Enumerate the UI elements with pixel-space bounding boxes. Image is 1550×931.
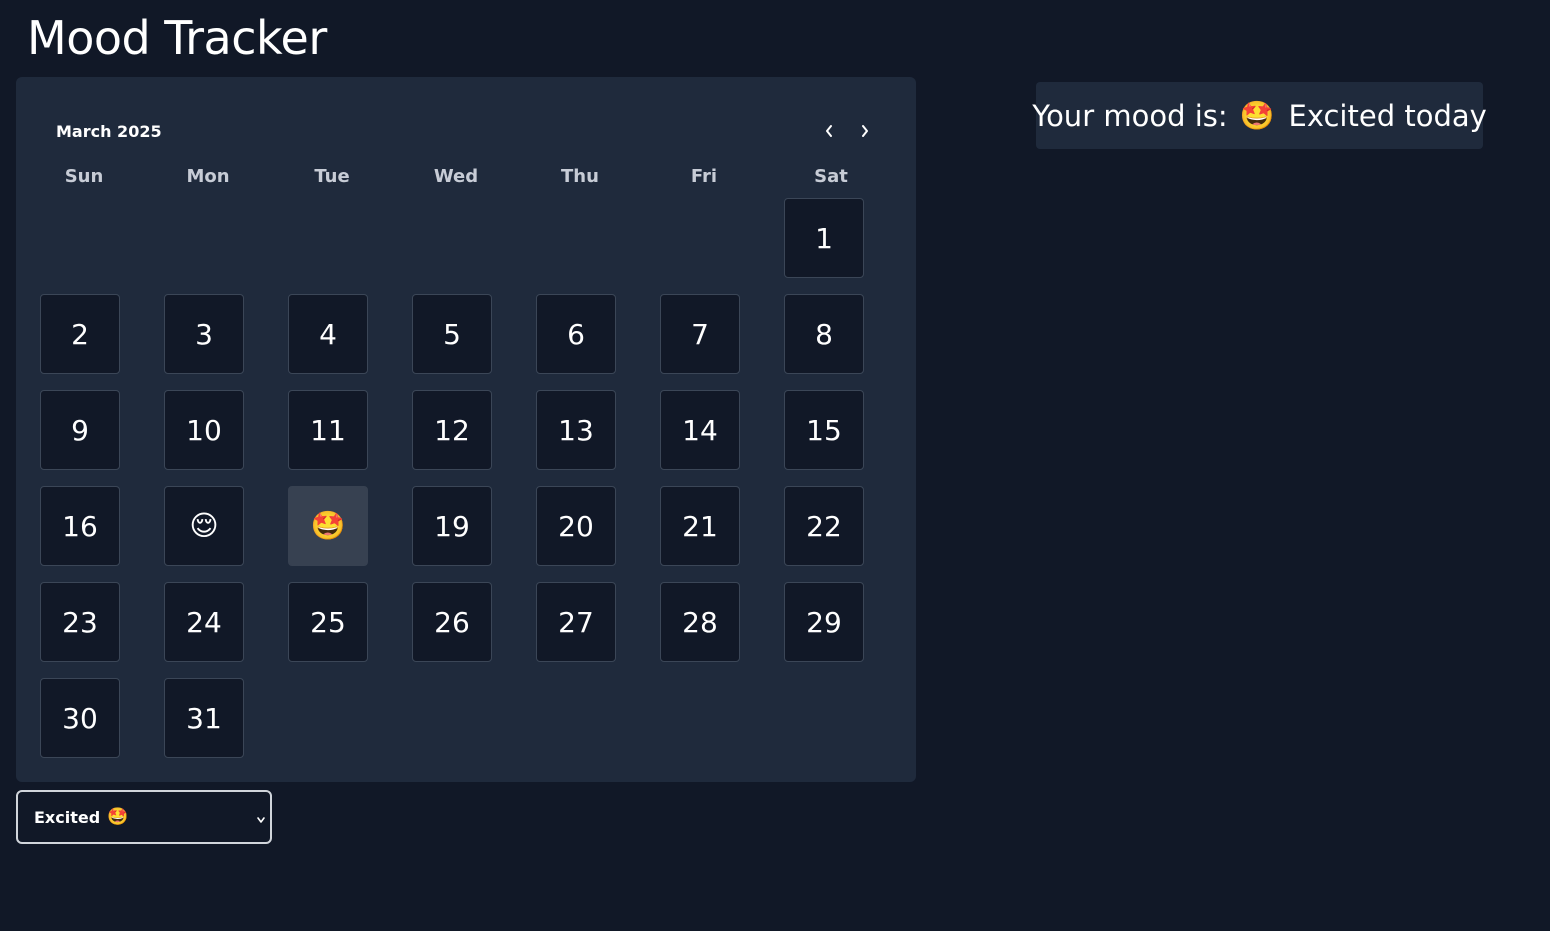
day-number: 1: [815, 221, 833, 255]
day-number: 30: [62, 701, 98, 735]
day-cell-31[interactable]: 31: [164, 678, 244, 758]
relieved-emoji-icon: 😌: [189, 509, 219, 542]
day-number: 10: [186, 413, 222, 447]
day-number: 24: [186, 605, 222, 639]
day-number: 6: [567, 317, 585, 351]
day-cell-7[interactable]: 7: [660, 294, 740, 374]
calendar: March 2025 Sun Mon Tue Wed Thu Fri Sat 1234567…: [16, 77, 916, 782]
month-label: March 2025: [56, 122, 162, 141]
weekday-thu: Thu: [561, 166, 599, 187]
weekday-sat: Sat: [814, 166, 848, 187]
day-number: 7: [691, 317, 709, 351]
day-cell-2[interactable]: 2: [40, 294, 120, 374]
day-cell-18[interactable]: 🤩: [288, 486, 368, 566]
day-cell-1[interactable]: 1: [784, 198, 864, 278]
day-cell-17[interactable]: 😌: [164, 486, 244, 566]
mood-banner-suffix: Excited today: [1288, 98, 1487, 133]
chevron-down-icon: [256, 811, 266, 830]
day-cell-13[interactable]: 13: [536, 390, 616, 470]
day-cell-8[interactable]: 8: [784, 294, 864, 374]
mood-select[interactable]: Excited 🤩: [16, 790, 272, 844]
day-number: 8: [815, 317, 833, 351]
weekday-sun: Sun: [64, 166, 104, 187]
day-number: 5: [443, 317, 461, 351]
day-cell-29[interactable]: 29: [784, 582, 864, 662]
day-number: 29: [806, 605, 842, 639]
day-number: 21: [682, 509, 718, 543]
day-number: 3: [195, 317, 213, 351]
day-cell-15[interactable]: 15: [784, 390, 864, 470]
weekday-mon: Mon: [186, 166, 230, 187]
day-cell-21[interactable]: 21: [660, 486, 740, 566]
day-cell-9[interactable]: 9: [40, 390, 120, 470]
day-cell-5[interactable]: 5: [412, 294, 492, 374]
day-number: 2: [71, 317, 89, 351]
day-number: 19: [434, 509, 470, 543]
chevron-right-icon: [862, 125, 868, 137]
day-cell-12[interactable]: 12: [412, 390, 492, 470]
day-number: 13: [558, 413, 594, 447]
day-cell-20[interactable]: 20: [536, 486, 616, 566]
day-number: 12: [434, 413, 470, 447]
day-cell-26[interactable]: 26: [412, 582, 492, 662]
page-title: Mood Tracker: [27, 11, 327, 65]
weekday-fri: Fri: [690, 166, 718, 187]
day-number: 22: [806, 509, 842, 543]
mood-banner: Your mood is: 🤩 Excited today: [1032, 82, 1487, 149]
day-cell-22[interactable]: 22: [784, 486, 864, 566]
weekday-wed: Wed: [433, 166, 479, 187]
day-cell-30[interactable]: 30: [40, 678, 120, 758]
day-cell-6[interactable]: 6: [536, 294, 616, 374]
day-cell-27[interactable]: 27: [536, 582, 616, 662]
day-number: 15: [806, 413, 842, 447]
day-number: 25: [310, 605, 346, 639]
prev-month-button[interactable]: [817, 119, 841, 143]
day-number: 16: [62, 509, 98, 543]
day-cell-10[interactable]: 10: [164, 390, 244, 470]
day-cell-25[interactable]: 25: [288, 582, 368, 662]
mood-select-emoji: 🤩: [107, 807, 129, 827]
day-number: 23: [62, 605, 98, 639]
chevron-left-icon: [826, 125, 832, 137]
mood-emoji: 🤩: [1239, 99, 1275, 132]
weekday-tue: Tue: [314, 166, 350, 187]
day-number: 27: [558, 605, 594, 639]
day-number: 14: [682, 413, 718, 447]
day-cell-23[interactable]: 23: [40, 582, 120, 662]
day-cell-4[interactable]: 4: [288, 294, 368, 374]
day-cell-19[interactable]: 19: [412, 486, 492, 566]
day-number: 4: [319, 317, 337, 351]
day-number: 9: [71, 413, 89, 447]
day-cell-24[interactable]: 24: [164, 582, 244, 662]
day-cell-28[interactable]: 28: [660, 582, 740, 662]
day-number: 31: [186, 701, 222, 735]
day-number: 28: [682, 605, 718, 639]
excited-emoji-icon: 🤩: [310, 509, 346, 542]
day-cell-11[interactable]: 11: [288, 390, 368, 470]
mood-banner-prefix: Your mood is:: [1032, 98, 1228, 133]
next-month-button[interactable]: [853, 119, 877, 143]
day-cell-14[interactable]: 14: [660, 390, 740, 470]
day-number: 26: [434, 605, 470, 639]
mood-select-label: Excited: [34, 807, 101, 827]
day-cell-3[interactable]: 3: [164, 294, 244, 374]
day-number: 11: [310, 413, 346, 447]
day-number: 20: [558, 509, 594, 543]
day-cell-16[interactable]: 16: [40, 486, 120, 566]
